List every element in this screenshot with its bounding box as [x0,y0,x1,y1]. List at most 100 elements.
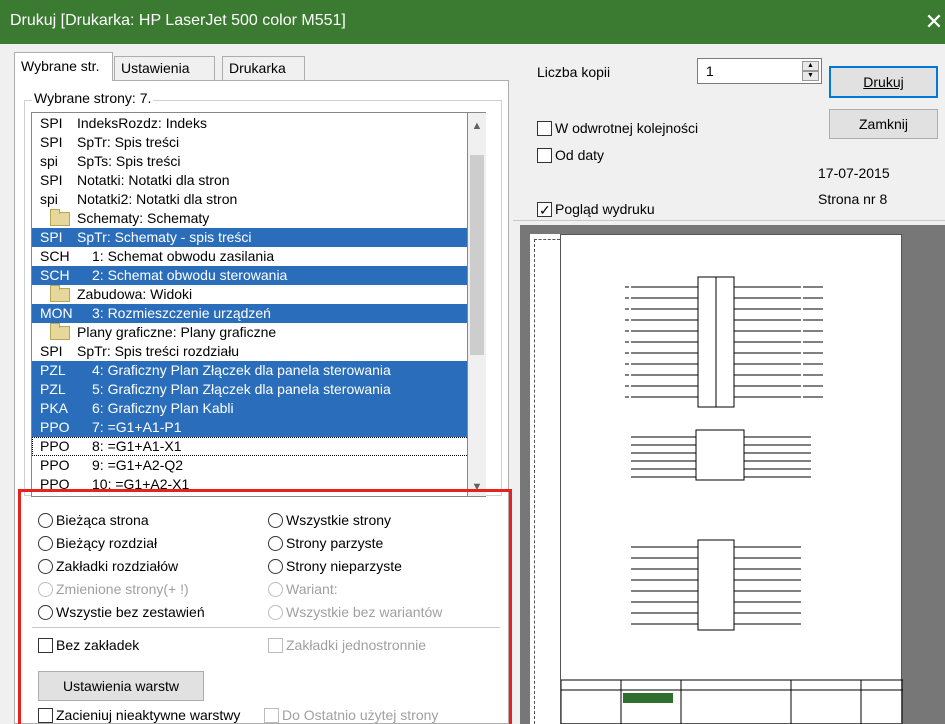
checkbox-to-last-used: Do Ostatnio użytej strony [264,705,438,724]
stepper-arrows[interactable]: ▲ ▼ [802,61,819,81]
page-title: Schematy: Schematy [77,210,210,226]
page-title: 6: Graficzny Plan Kabli [92,400,234,416]
print-preview [520,225,945,724]
radio-icon [268,605,283,620]
radio-icon [268,536,283,551]
list-item[interactable]: PZL 5: Graficzny Plan Złączek dla panela … [32,380,467,399]
scroll-up-icon[interactable]: ▲ [468,117,486,135]
checkbox-reverse-order[interactable]: W odwrotnej kolejności [537,118,698,138]
page-type-code: SPI [40,343,63,359]
page-title: 1: Schemat obwodu zasilania [92,248,275,264]
radio-icon [38,605,53,620]
list-item[interactable]: SCH 1: Schemat obwodu zasilania [32,247,467,266]
page-number-label: Strona nr 8 [818,191,888,207]
close-button[interactable]: Zamknij [829,109,938,139]
date-label: 17-07-2015 [818,165,890,181]
list-item[interactable]: spi SpTs: Spis treści [32,152,467,171]
checkbox-icon [537,148,552,163]
page-title: 3: Rozmieszczenie urządzeń [92,305,271,321]
pages-list[interactable]: SPI IndeksRozdz: Indeks SPI SpTr: Spis treś… [31,112,468,497]
checkbox-no-tabs[interactable]: Bez zakładek [38,635,139,655]
options-divider [32,627,500,628]
radio-icon [38,559,53,574]
list-item[interactable]: SPI SpTr: Spis treści rozdziału [32,342,467,361]
checkbox-icon [38,638,53,653]
close-icon[interactable]: ✕ [923,0,945,44]
page-title: Plany graficzne: Plany graficzne [77,324,277,340]
radio-current-page[interactable]: Bieżąca strona [38,510,149,530]
page-title: 7: =G1+A1-P1 [92,419,182,435]
page-type-code: PPO [40,476,70,492]
page-title: SpTr: Spis treści rozdziału [77,343,240,359]
folder-icon [50,323,70,340]
checkbox-icon [537,121,552,136]
radio-odd-pages[interactable]: Strony nieparzyste [268,556,402,576]
list-item[interactable]: PPO 9: =G1+A2-Q2 [32,456,467,475]
list-item[interactable]: PPO 7: =G1+A1-P1 [32,418,467,437]
folder-icon [50,285,70,302]
list-item[interactable]: SPI Notatki: Notatki dla stron [32,171,467,190]
list-item[interactable]: Plany graficzne: Plany graficzne [32,323,467,342]
page-title: Zabudowa: Widoki [77,286,193,302]
radio-icon [268,582,283,597]
list-item[interactable]: spi Notatki2: Notatki dla stron [32,190,467,209]
radio-all-without-variants: Wszystkie bez wariantów [268,602,442,622]
page-title: 8: =G1+A1-X1 [92,438,182,454]
list-item[interactable]: SCH 2: Schemat obwodu sterowania [32,266,467,285]
page-type-code: spi [40,191,58,207]
copies-stepper[interactable]: 1 ▲ ▼ [697,58,822,84]
page-title: 4: Graficzny Plan Złączek dla panela ste… [92,362,391,378]
list-item[interactable]: SPI IndeksRozdz: Indeks [32,114,467,133]
radio-even-pages[interactable]: Strony parzyste [268,533,383,553]
list-item[interactable]: PPO 8: =G1+A1-X1 [32,437,467,456]
checkbox-tabs-one-side: Zakładki jednostronnie [268,635,426,655]
copies-value: 1 [706,63,714,79]
stepper-down-icon[interactable]: ▼ [802,71,819,81]
radio-icon [38,582,53,597]
layer-settings-button[interactable]: Ustawienia warstw [38,671,204,701]
radio-current-chapter[interactable]: Bieżący rozdział [38,533,157,553]
radio-icon [268,513,283,528]
tab-printer[interactable]: Drukarka [222,56,305,80]
list-item[interactable]: MON 3: Rozmieszczenie urządzeń [32,304,467,323]
tab-settings[interactable]: Ustawienia [114,56,215,80]
page-type-code: PZL [40,381,66,397]
pages-group-label: Wybrane strony: 7. [32,90,154,106]
radio-chapter-tabs[interactable]: Zakładki rozdziałów [38,556,178,576]
radio-icon [38,513,53,528]
page-type-code: spi [40,153,58,169]
print-button[interactable]: Drukuj [829,66,938,98]
page-title: Notatki: Notatki dla stron [77,172,230,188]
page-title: 5: Graficzny Plan Złączek dla panela ste… [92,381,391,397]
preview-page [560,234,904,724]
list-item[interactable]: PPO 10: =G1+A2-X1 [32,475,467,494]
page-title: SpTs: Spis treści [77,153,181,169]
checkbox-icon [537,200,552,220]
page-type-code: SPI [40,172,63,188]
checkbox-icon [38,708,53,723]
radio-all-without-summaries[interactable]: Wszystie bez zestawień [38,602,205,622]
page-title: IndeksRozdz: Indeks [77,115,207,131]
scroll-down-icon[interactable]: ▼ [468,478,486,496]
list-item[interactable]: SPI SpTr: Schematy - spis treści [32,228,467,247]
checkbox-from-date[interactable]: Od daty [537,145,604,165]
radio-icon [38,536,53,551]
page-title: SpTr: Schematy - spis treści [77,229,252,245]
folder-icon [50,209,70,226]
list-item[interactable]: SPI SpTr: Spis treści [32,133,467,152]
list-item[interactable]: Zabudowa: Widoki [32,285,467,304]
stepper-up-icon[interactable]: ▲ [802,61,819,71]
list-item[interactable]: PZL 4: Graficzny Plan Złączek dla panela … [32,361,467,380]
checkbox-icon [264,708,279,723]
checkbox-print-preview[interactable]: Pogląd wydruku [537,199,655,220]
list-item[interactable]: PKA 6: Graficzny Plan Kabli [32,399,467,418]
preview-divider [513,220,945,221]
list-scrollbar[interactable]: ▲ ▼ [468,112,486,497]
title-bar: Drukuj [Drukarka: HP LaserJet 500 color … [0,0,945,44]
tab-selected-pages[interactable]: Wybrane str. [14,52,113,81]
checkbox-shade-inactive[interactable]: Zacieniuj nieaktywne warstwy [38,705,262,724]
radio-all-pages[interactable]: Wszystkie strony [268,510,391,530]
scroll-thumb[interactable] [470,155,484,355]
page-type-code: SCH [40,248,70,264]
list-item[interactable]: Schematy: Schematy [32,209,467,228]
